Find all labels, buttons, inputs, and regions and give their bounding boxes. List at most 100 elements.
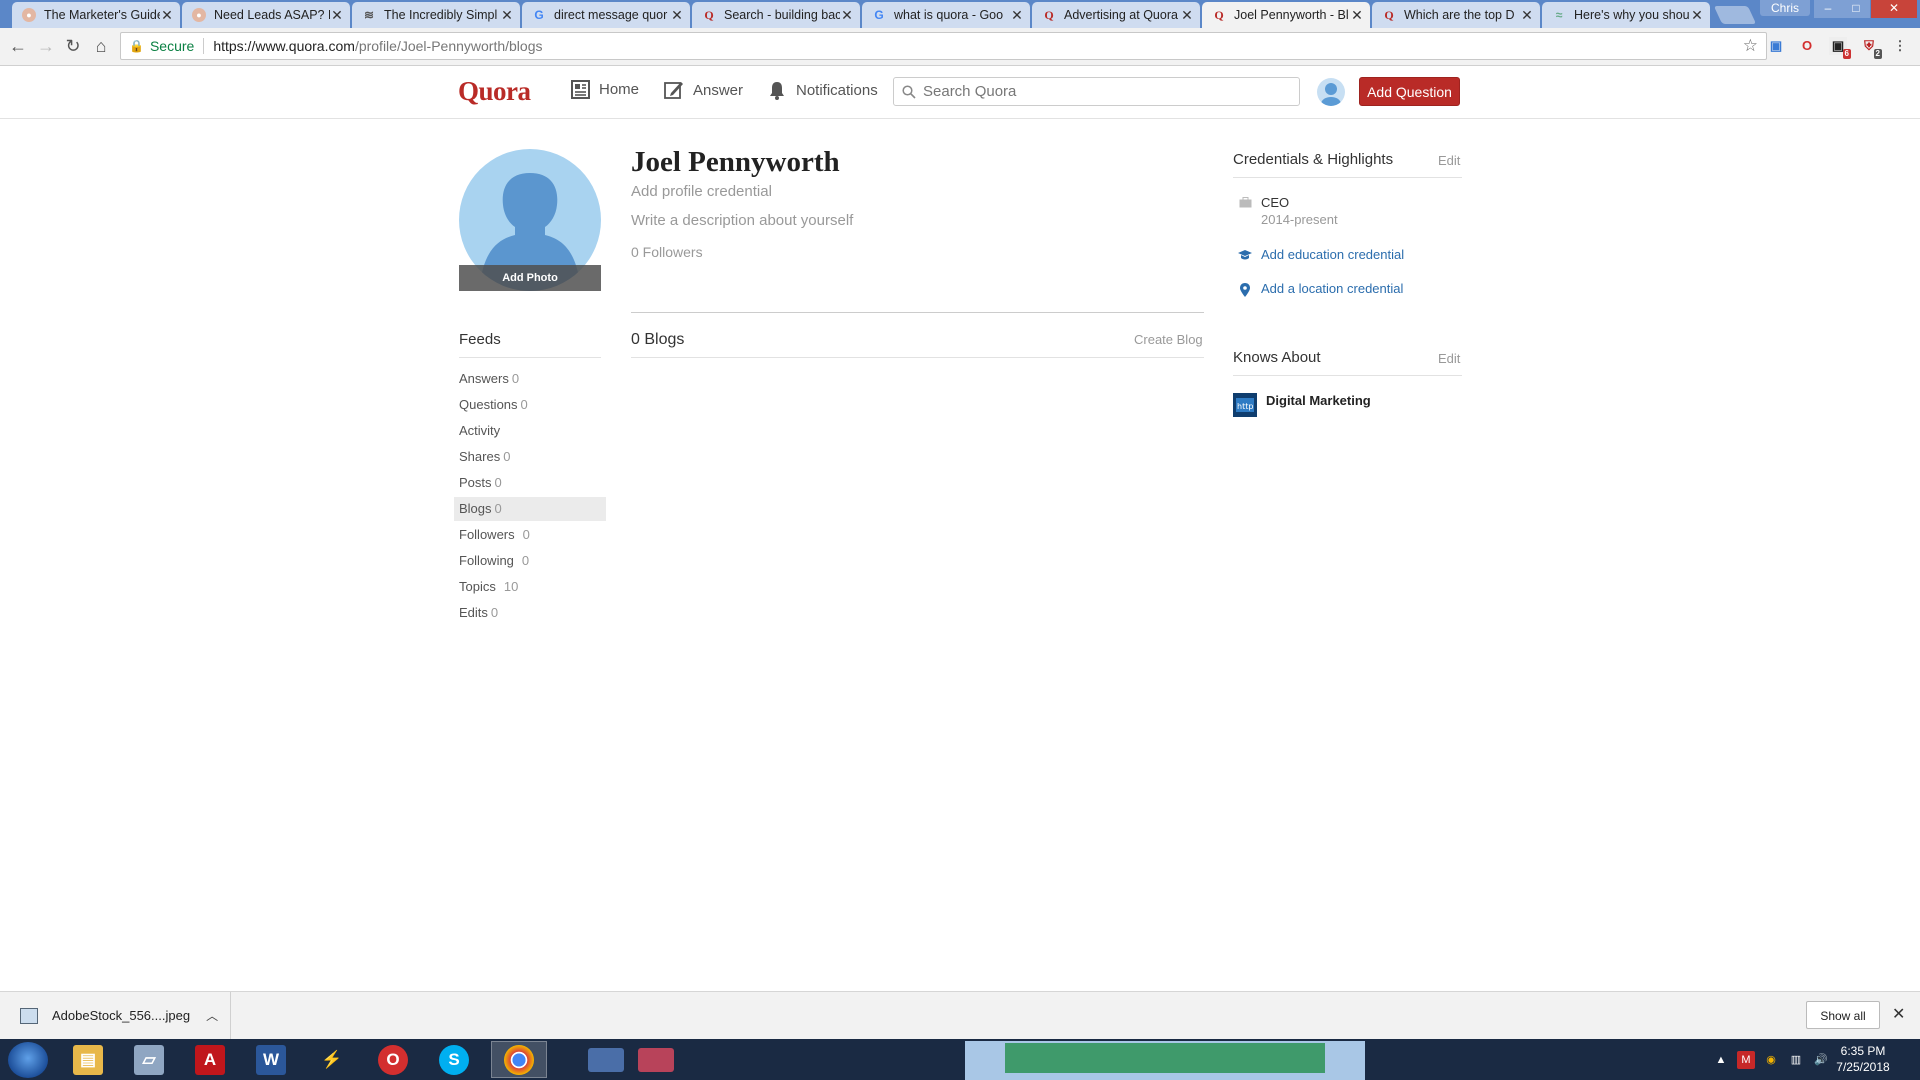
feed-topics[interactable]: Topics 10 (454, 575, 606, 599)
new-tab-button[interactable] (1713, 6, 1757, 24)
close-tab-icon[interactable]: ✕ (670, 7, 684, 24)
add-education-link[interactable]: Add education credential (1261, 247, 1404, 262)
close-tab-icon[interactable]: ✕ (160, 7, 174, 24)
browser-tab-2[interactable]: ● Need Leads ASAP? H ✕ (182, 2, 350, 28)
feed-label: Posts (459, 475, 492, 490)
employment-title: CEO (1261, 195, 1290, 210)
opera-extension-icon[interactable]: O (1798, 37, 1816, 55)
browser-tab-4[interactable]: G direct message quor ✕ (522, 2, 690, 28)
feed-following[interactable]: Following 0 (454, 549, 606, 573)
menu-icon[interactable]: ⋮ (1891, 37, 1909, 55)
add-education-credential[interactable]: Add education credential (1233, 247, 1404, 262)
shield-extension-icon[interactable]: 2 ⛨ (1860, 37, 1882, 59)
taskbar-opera[interactable]: O (365, 1041, 421, 1078)
browser-tab-5[interactable]: Q Search - building bac ✕ (692, 2, 860, 28)
address-bar[interactable]: 🔒 Secure https://www.quora.com/profile/J… (120, 32, 1767, 60)
close-tab-icon[interactable]: ✕ (840, 7, 854, 24)
show-all-button[interactable]: Show all (1806, 1001, 1880, 1029)
cast-icon[interactable]: ▣ (1767, 37, 1785, 55)
nav-notifications[interactable]: Notifications (767, 80, 878, 100)
browser-tab-10[interactable]: ≈ Here's why you shou ✕ (1542, 2, 1710, 28)
blogs-count-title: 0 Blogs (631, 331, 685, 348)
browser-user-chip[interactable]: Chris (1760, 0, 1810, 16)
feed-edits[interactable]: Edits 0 (454, 601, 606, 625)
quora-icon: Q (704, 7, 714, 22)
nav-answer[interactable]: Answer (664, 80, 743, 100)
feed-activity[interactable]: Activity (454, 419, 606, 443)
search-input[interactable] (921, 82, 1285, 101)
feed-shares[interactable]: Shares 0 (454, 445, 606, 469)
browser-tab-6[interactable]: G what is quora - Goo ✕ (862, 2, 1030, 28)
taskbar-chrome[interactable] (491, 1041, 547, 1078)
add-profile-credential[interactable]: Add profile credential (631, 183, 772, 200)
knows-about-title: Knows About (1233, 349, 1321, 366)
credentials-edit-link[interactable]: Edit (1438, 153, 1460, 168)
chevron-up-icon[interactable]: ︿ (206, 1007, 218, 1024)
browser-tab-8-active[interactable]: Q Joel Pennyworth - Bl ✕ (1202, 2, 1370, 28)
add-description[interactable]: Write a description about yourself (631, 212, 853, 229)
feed-questions[interactable]: Questions 0 (454, 393, 606, 417)
taskbar-app-2[interactable]: ▱ (121, 1041, 177, 1078)
bookmark-star-icon[interactable]: ☆ (1743, 36, 1758, 56)
tray-expand-icon[interactable]: ▲ (1712, 1051, 1730, 1069)
feed-label: Activity (459, 423, 501, 438)
feed-label: Questions (459, 397, 518, 412)
close-tab-icon[interactable]: ✕ (1180, 7, 1194, 24)
close-tab-icon[interactable]: ✕ (330, 7, 344, 24)
knows-about-edit-link[interactable]: Edit (1438, 351, 1460, 366)
add-question-button[interactable]: Add Question (1359, 77, 1460, 106)
mcafee-icon[interactable]: M (1737, 1050, 1755, 1069)
close-tab-icon[interactable]: ✕ (500, 7, 514, 24)
home-icon[interactable]: ⌂ (89, 34, 113, 58)
employment-credential[interactable]: CEO 2014-present (1233, 195, 1338, 227)
create-blog-link[interactable]: Create Blog (1134, 332, 1203, 347)
browser-tab-3[interactable]: ≋ The Incredibly Simpl ✕ (352, 2, 520, 28)
taskbar-app-5[interactable]: ⚡ (304, 1041, 360, 1078)
browser-tab-7[interactable]: Q Advertising at Quora ✕ (1032, 2, 1200, 28)
document-icon: ▱ (134, 1044, 164, 1075)
forward-icon[interactable]: → (34, 34, 58, 58)
download-item[interactable]: AdobeStock_556....jpeg ︿ (0, 992, 231, 1039)
taskbar-word[interactable]: W (243, 1041, 299, 1078)
reload-icon[interactable]: ↻ (61, 34, 85, 58)
browser-tab-9[interactable]: Q Which are the top D ✕ (1372, 2, 1540, 28)
nav-home[interactable]: Home (571, 80, 639, 99)
feed-posts[interactable]: Posts 0 (454, 471, 606, 495)
window-close-icon[interactable]: ✕ (1871, 0, 1917, 18)
close-tab-icon[interactable]: ✕ (1690, 7, 1704, 24)
taskbar-app-9[interactable] (582, 1041, 630, 1078)
close-tab-icon[interactable]: ✕ (1520, 7, 1534, 24)
briefcase-icon (1233, 195, 1257, 208)
feed-answers[interactable]: Answers 0 (454, 367, 606, 391)
taskbar-acrobat[interactable]: A (182, 1041, 238, 1078)
minimize-icon[interactable]: – (1814, 0, 1842, 18)
feed-blogs[interactable]: Blogs 0 (454, 497, 606, 521)
user-avatar[interactable] (1317, 78, 1345, 106)
extension-icon[interactable]: 6 ▣ (1829, 37, 1851, 59)
topic-digital-marketing[interactable]: Digital Marketing (1266, 393, 1371, 408)
add-photo-button[interactable]: Add Photo (459, 265, 601, 291)
start-button[interactable] (8, 1042, 48, 1078)
close-download-bar-icon[interactable]: ✕ (1892, 1004, 1905, 1024)
taskbar-clock[interactable]: 6:35 PM 7/25/2018 (1826, 1043, 1900, 1075)
maximize-icon[interactable]: □ (1842, 0, 1870, 18)
network-icon[interactable]: ▥ (1787, 1051, 1805, 1069)
add-location-link[interactable]: Add a location credential (1261, 281, 1403, 296)
followers-count[interactable]: 0 Followers (631, 244, 703, 260)
taskbar-explorer[interactable]: ▤ (60, 1041, 116, 1078)
feed-count: 0 (511, 371, 520, 386)
feed-followers[interactable]: Followers 0 (454, 523, 606, 547)
chrome-tray-icon[interactable]: ◉ (1762, 1051, 1780, 1069)
taskbar-skype[interactable]: S (426, 1041, 482, 1078)
close-tab-icon[interactable]: ✕ (1010, 7, 1024, 24)
quora-logo[interactable]: Quora (458, 76, 531, 107)
search-box[interactable] (893, 77, 1300, 106)
avatar-icon: ● (22, 8, 36, 22)
topic-thumbnail[interactable]: http (1233, 393, 1257, 417)
taskbar-app-10[interactable] (632, 1041, 680, 1078)
feed-count: 0 (503, 449, 511, 464)
add-location-credential[interactable]: Add a location credential (1233, 281, 1403, 297)
back-icon[interactable]: ← (6, 34, 30, 58)
browser-tab-1[interactable]: ● The Marketer's Guide ✕ (12, 2, 180, 28)
close-tab-icon[interactable]: ✕ (1350, 7, 1364, 24)
